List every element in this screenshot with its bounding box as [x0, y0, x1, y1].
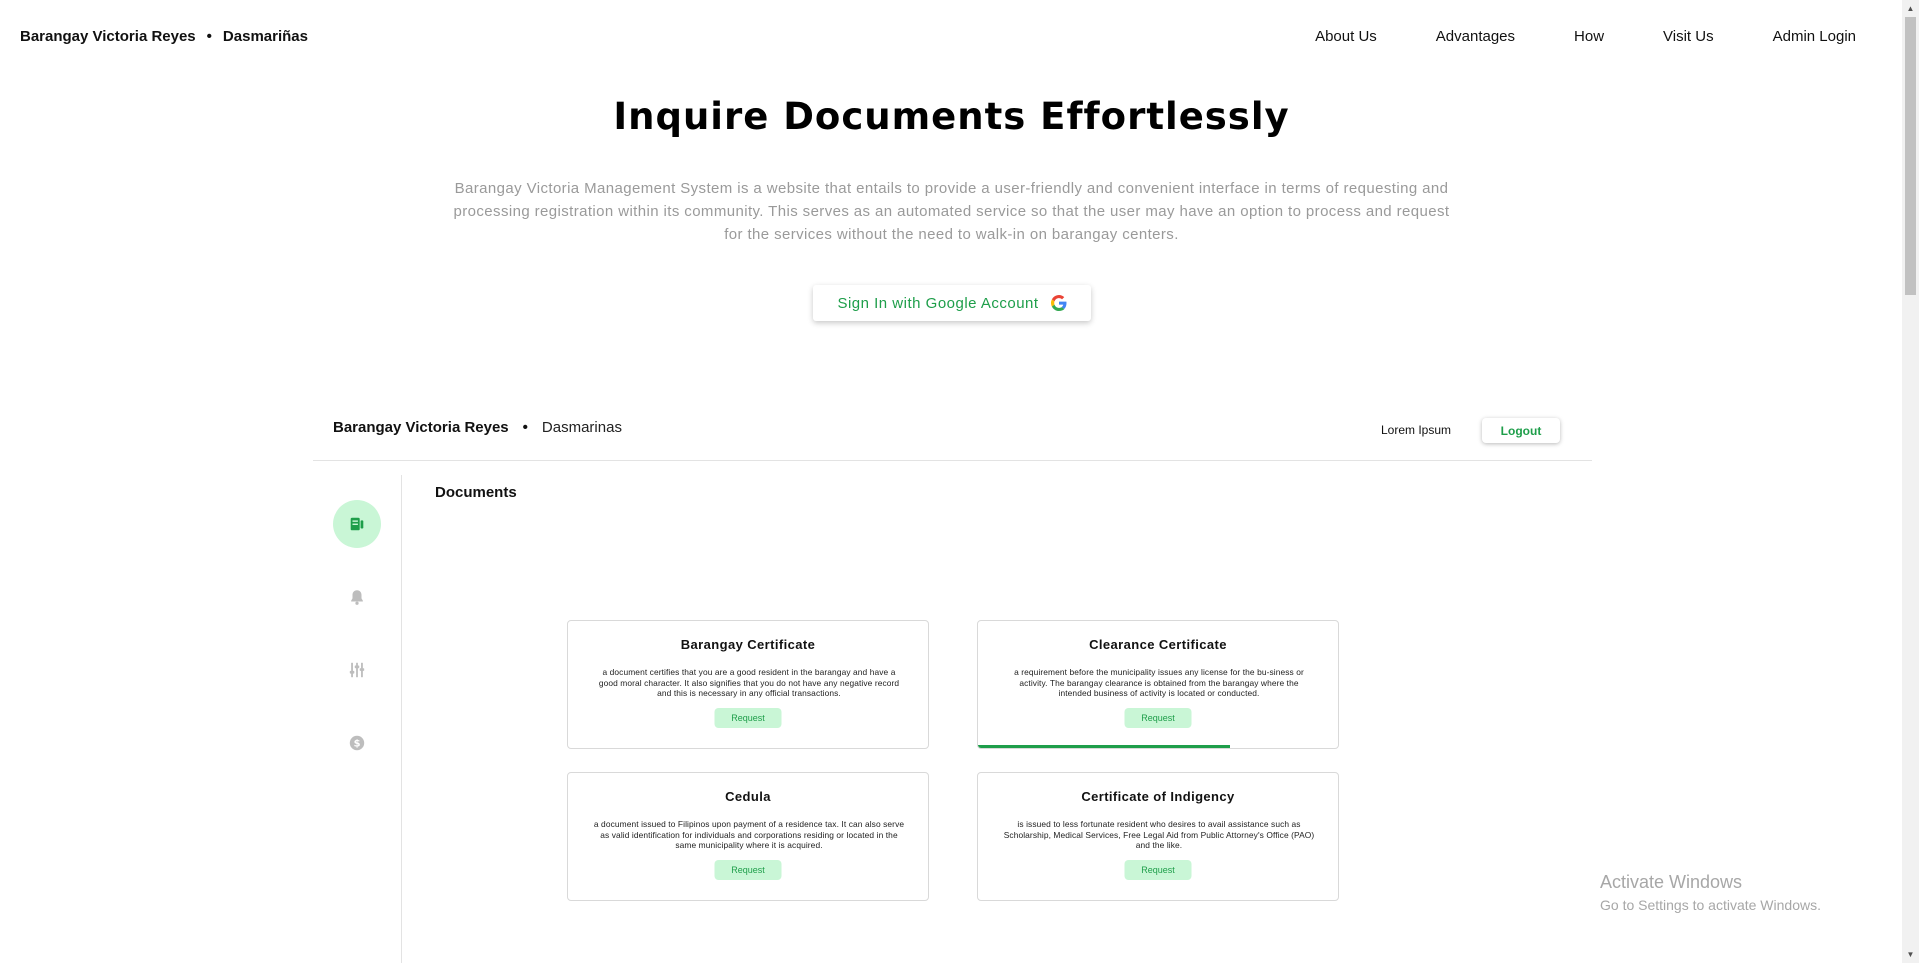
card-description: a document certifies that you are a good… [598, 667, 900, 698]
site-brand[interactable]: Barangay Victoria Reyes • Dasmariñas [20, 28, 308, 45]
user-name: Lorem Ipsum [1381, 423, 1452, 437]
document-card-clearance-certificate: Clearance Certificate a requirement befo… [977, 620, 1339, 749]
sidebar: $ [313, 475, 402, 963]
activate-windows-title: Activate Windows [1600, 872, 1743, 892]
nav-link-advantages[interactable]: Advantages [1436, 28, 1515, 45]
document-card-certificate-of-indigency: Certificate of Indigency is issued to le… [977, 772, 1339, 901]
top-navigation: Barangay Victoria Reyes • Dasmariñas About… [0, 0, 1900, 74]
preview-brand-name: Barangay Victoria Reyes [333, 419, 509, 436]
brand-name: Barangay Victoria Reyes [20, 28, 196, 45]
bell-icon [351, 590, 363, 605]
svg-text:$: $ [354, 739, 361, 750]
scroll-down-icon[interactable]: ▼ [1902, 946, 1919, 963]
google-icon [1050, 295, 1067, 311]
activate-windows-subtitle: Go to Settings to activate Windows. [1600, 897, 1821, 913]
sidebar-item-documents[interactable] [333, 500, 381, 548]
brand-location: Dasmariñas [222, 28, 308, 45]
request-button[interactable]: Request [714, 708, 782, 728]
page-scrollbar[interactable]: ▲ ▼ [1902, 0, 1919, 963]
request-button[interactable]: Request [1124, 860, 1192, 880]
dollar-icon: $ [349, 735, 365, 751]
google-signin-label: Sign In with Google Account [837, 294, 1039, 312]
hero-description: Barangay Victoria Management System is a… [453, 180, 1450, 243]
sidebar-item-notifications[interactable] [333, 573, 381, 621]
hero-title: Inquire Documents Effortlessly [613, 95, 1290, 138]
nav-link-admin-login[interactable]: Admin Login [1773, 28, 1856, 45]
preview-header: Barangay Victoria Reyes • Dasmarinas Lorem… [313, 410, 1592, 461]
document-card-cedula: Cedula a document issued to Filipinos up… [567, 772, 929, 901]
request-button[interactable]: Request [714, 860, 782, 880]
preview-brand-location: Dasmarinas [541, 419, 622, 436]
card-title: Clearance Certificate [1089, 637, 1227, 652]
logout-button[interactable]: Logout [1482, 418, 1560, 443]
sidebar-item-payments[interactable]: $ [333, 719, 381, 767]
card-description: a document issued to Filipinos upon paym… [593, 819, 905, 850]
scroll-thumb[interactable] [1905, 17, 1916, 295]
document-icon [350, 517, 364, 531]
preview-brand: Barangay Victoria Reyes • Dasmarinas [333, 419, 622, 436]
card-title: Cedula [725, 789, 771, 804]
sliders-icon [349, 662, 365, 678]
nav-link-visit-us[interactable]: Visit Us [1663, 28, 1714, 45]
card-description: a requirement before the municipality is… [1014, 667, 1304, 698]
sidebar-item-settings[interactable] [333, 646, 381, 694]
google-signin-button[interactable]: Sign In with Google Account [813, 285, 1091, 321]
document-card-barangay-certificate: Barangay Certificate a document certifie… [567, 620, 929, 749]
nav-link-about-us[interactable]: About Us [1315, 28, 1377, 45]
preview-brand-separator: • [522, 419, 528, 436]
nav-link-how[interactable]: How [1574, 28, 1604, 45]
documents-title: Documents [435, 484, 517, 501]
card-title: Barangay Certificate [680, 637, 816, 652]
card-description: is issued to less fortunate resident who… [1003, 819, 1315, 850]
brand-separator: • [206, 28, 212, 45]
card-title: Certificate of Indigency [1081, 789, 1235, 804]
request-button[interactable]: Request [1124, 708, 1192, 728]
card-progress-bar [978, 745, 1230, 748]
nav-links: About Us Advantages How Visit Us Admin L… [1256, 28, 1856, 45]
scroll-up-icon[interactable]: ▲ [1902, 0, 1919, 17]
